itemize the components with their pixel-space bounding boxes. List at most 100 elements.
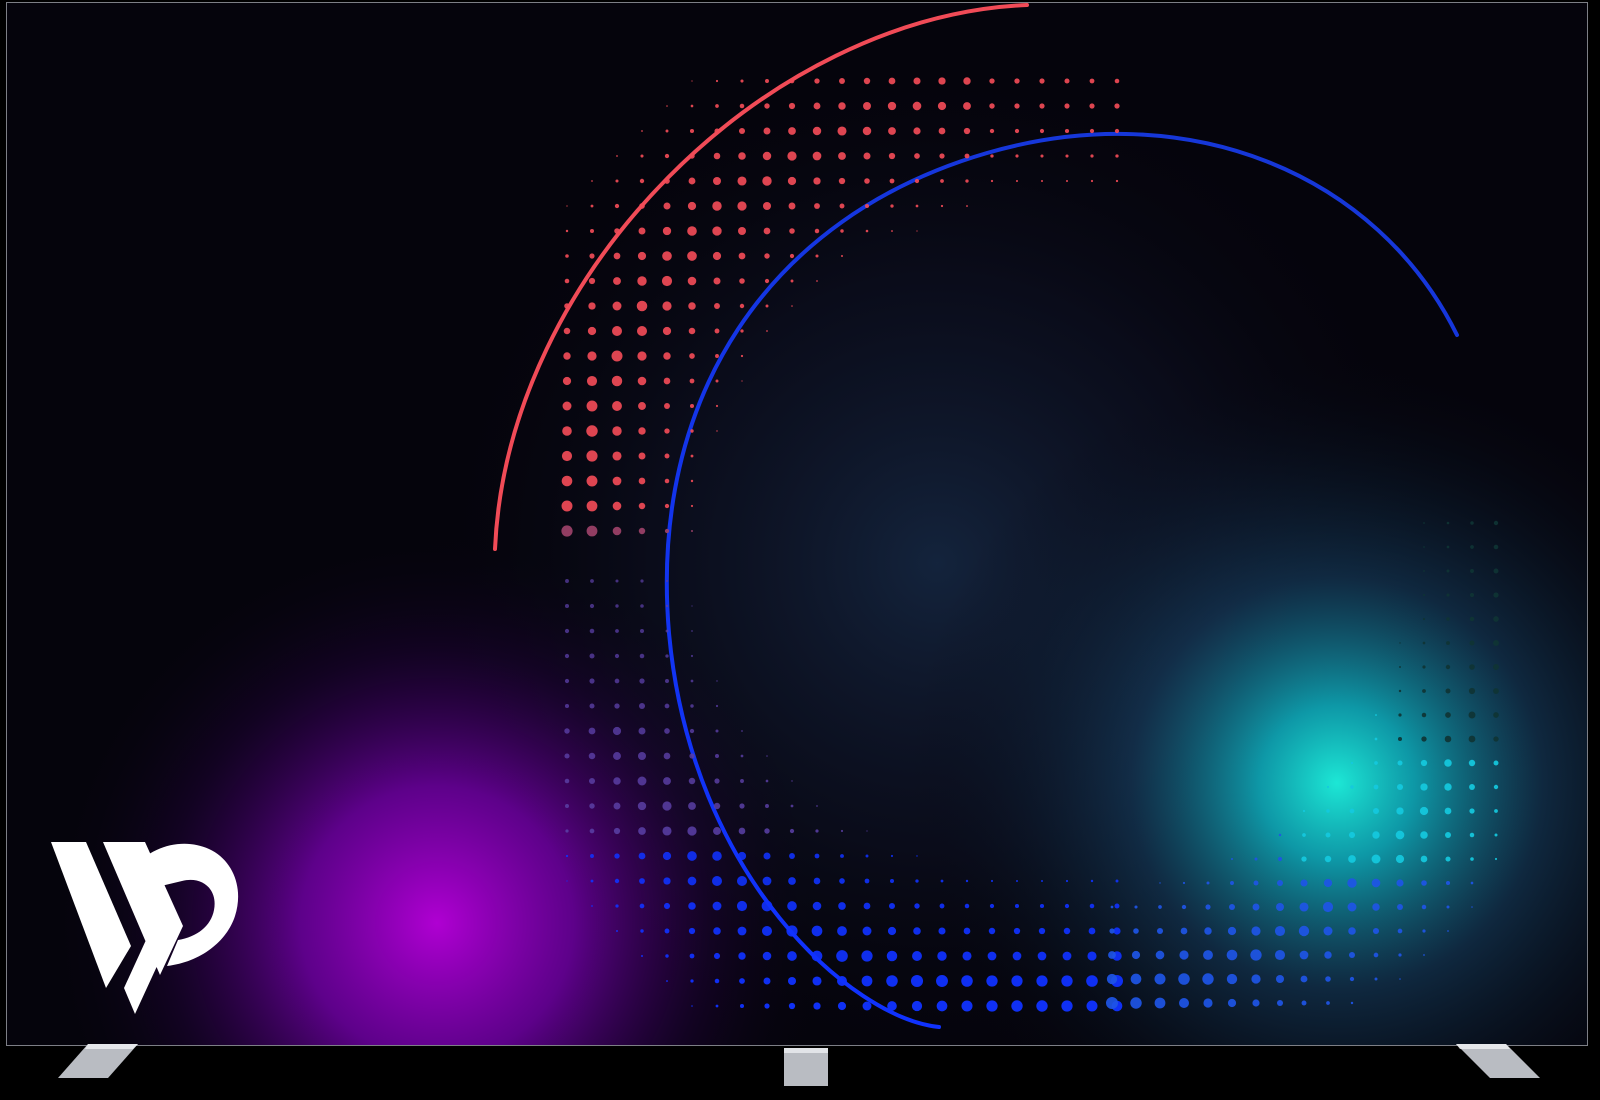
- halftone-dot: [789, 253, 795, 259]
- halftone-dot: [1206, 881, 1210, 885]
- halftone-dot: [664, 528, 670, 534]
- halftone-dot: [1326, 809, 1330, 813]
- halftone-dot: [688, 327, 696, 335]
- halftone-dot: [1278, 833, 1282, 837]
- halftone-dot: [1323, 926, 1333, 936]
- halftone-dot: [966, 205, 968, 207]
- halftone-dot: [862, 126, 872, 136]
- halftone-dot: [1493, 592, 1499, 598]
- halftone-dot: [740, 779, 744, 783]
- halftone-dot: [913, 77, 921, 85]
- halftone-dot: [888, 902, 896, 910]
- halftone-dot: [1036, 1000, 1048, 1012]
- halftone-dot: [691, 605, 693, 607]
- halftone-dot: [737, 201, 747, 211]
- halftone-dot: [690, 979, 694, 983]
- halftone-dot: [562, 401, 572, 411]
- halftone-dot: [763, 977, 771, 985]
- halftone-dot: [637, 276, 647, 286]
- halftone-dot: [1040, 879, 1044, 883]
- halftone-dot: [1374, 737, 1378, 741]
- halftone-dot: [1423, 954, 1425, 956]
- halftone-dot: [614, 853, 620, 859]
- halftone-dot: [1399, 978, 1401, 980]
- halftone-dot: [791, 305, 793, 307]
- halftone-dot: [1493, 784, 1499, 790]
- halftone-dot: [1371, 854, 1381, 864]
- halftone-dot: [1179, 950, 1189, 960]
- halftone-dot: [614, 653, 620, 659]
- halftone-dot: [565, 804, 569, 808]
- halftone-dot: [1468, 711, 1476, 719]
- halftone-dot: [663, 777, 671, 785]
- halftone-dot: [687, 876, 697, 886]
- halftone-dot: [664, 403, 670, 409]
- halftone-dot: [938, 77, 946, 85]
- halftone-dot: [1470, 521, 1474, 525]
- halftone-dot: [888, 127, 896, 135]
- halftone-dot: [836, 950, 848, 962]
- halftone-dot: [1089, 128, 1095, 134]
- halftone-dot: [813, 1002, 821, 1010]
- halftone-dot: [1348, 831, 1356, 839]
- halftone-dot: [1181, 904, 1187, 910]
- halftone-dot: [914, 903, 920, 909]
- halftone-dot: [638, 827, 646, 835]
- halftone-dot: [715, 404, 719, 408]
- halftone-dot: [639, 903, 645, 909]
- halftone-dot: [586, 450, 598, 462]
- halftone-dot: [713, 952, 721, 960]
- halftone-dot: [1087, 951, 1097, 961]
- halftone-dot: [1494, 809, 1498, 813]
- halftone-dot: [988, 927, 996, 935]
- halftone-dot: [612, 501, 622, 511]
- halftone-dot: [1131, 950, 1141, 960]
- halftone-dot: [1422, 689, 1426, 693]
- halftone-dot: [1422, 665, 1426, 669]
- halftone-dot: [1469, 592, 1475, 598]
- halftone-dot: [862, 926, 872, 936]
- halftone-dot: [638, 427, 646, 435]
- halftone-dot: [1445, 832, 1451, 838]
- halftone-dot: [590, 879, 594, 883]
- halftone-dot: [1182, 881, 1186, 885]
- halftone-dot: [1325, 976, 1331, 982]
- halftone-dot: [664, 428, 670, 434]
- halftone-dot: [938, 927, 946, 935]
- halftone-dot: [562, 426, 572, 436]
- halftone-dot: [1447, 930, 1449, 932]
- halftone-dot: [612, 301, 622, 311]
- halftone-dot: [1114, 128, 1120, 134]
- halftone-dot: [838, 102, 846, 110]
- halftone-dot: [937, 951, 947, 961]
- halftone-dot: [916, 855, 918, 857]
- halftone-dot: [789, 828, 795, 834]
- halftone-dot: [587, 351, 597, 361]
- halftone-dot: [689, 153, 695, 159]
- halftone-dot: [989, 128, 995, 134]
- halftone-dot: [790, 804, 794, 808]
- halftone-dot: [688, 777, 696, 785]
- halftone-dot: [891, 230, 893, 232]
- halftone-dot: [1423, 570, 1425, 572]
- halftone-dot: [690, 504, 694, 508]
- halftone-dot: [1493, 568, 1499, 574]
- halftone-dot: [1159, 882, 1161, 884]
- halftone-dot: [1419, 806, 1429, 816]
- halftone-dot: [1375, 714, 1377, 716]
- halftone-dot: [837, 1001, 847, 1011]
- halftone-dot: [664, 178, 670, 184]
- halftone-dot: [1347, 878, 1357, 888]
- halftone-dot: [664, 503, 670, 509]
- halftone-dot: [1090, 179, 1094, 183]
- halftone-dot: [816, 805, 818, 807]
- halftone-dot: [965, 179, 969, 183]
- halftone-dot: [716, 430, 718, 432]
- halftone-dot: [765, 79, 769, 83]
- halftone-dot: [763, 227, 771, 235]
- halftone-dot: [914, 178, 920, 184]
- halftone-dot: [1350, 761, 1354, 765]
- halftone-dot: [737, 851, 747, 861]
- halftone-dot: [639, 178, 645, 184]
- halftone-dot: [665, 604, 669, 608]
